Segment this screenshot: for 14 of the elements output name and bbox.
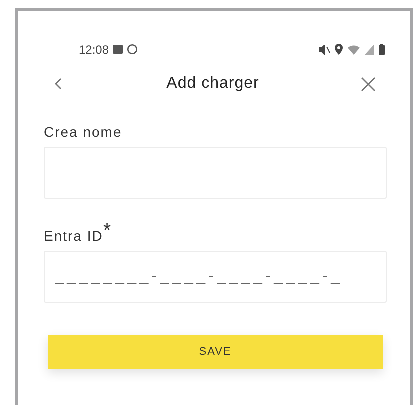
close-icon: [361, 76, 376, 92]
field-label: Crea nome: [44, 123, 122, 142]
image-icon: [113, 45, 124, 54]
battery-icon: [379, 44, 385, 55]
page-title: Add charger: [166, 74, 260, 94]
signal-icon: [365, 44, 374, 54]
status-time: 12:08: [79, 42, 110, 58]
mute-icon: [319, 44, 330, 54]
chevron-left-icon: [54, 78, 62, 90]
close-button[interactable]: [360, 75, 378, 93]
location-icon: [335, 44, 343, 55]
wifi-icon: [348, 44, 360, 54]
save-button[interactable]: SAVE: [48, 335, 383, 369]
input-field[interactable]: ________-____-____-____-_: [44, 251, 387, 303]
